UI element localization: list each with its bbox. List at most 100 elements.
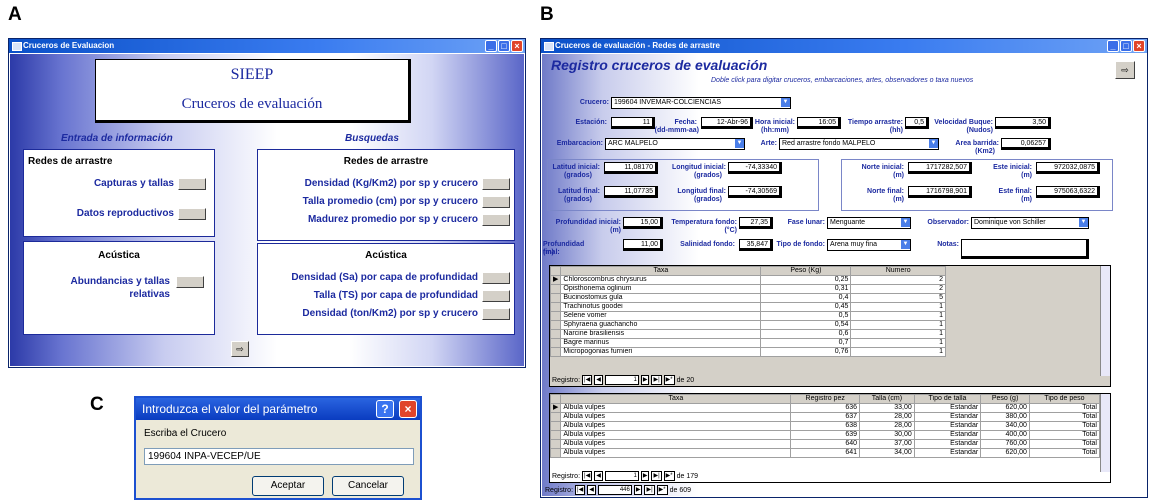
tiempo-field[interactable]: 0,5: [905, 117, 929, 129]
table-row[interactable]: Trachinotus goodei 0,45 1: [550, 302, 946, 312]
table-cell[interactable]: 0,4: [760, 293, 852, 303]
table-row[interactable]: Bagre marinus 0,7 1: [550, 338, 946, 348]
table-cell[interactable]: Total: [1028, 448, 1101, 458]
column-header[interactable]: Talla (cm): [859, 394, 915, 404]
first-record-button[interactable]: |◀: [575, 485, 586, 495]
madurez-button[interactable]: [482, 214, 510, 226]
table-row[interactable]: Bucinostomus gula 0,4 5: [550, 293, 946, 303]
column-header[interactable]: Tipo de talla: [913, 394, 982, 404]
fecha-field[interactable]: 12-Abr-96: [701, 117, 753, 129]
row-selector[interactable]: [550, 284, 562, 294]
table-cell[interactable]: Albula vulpes: [560, 439, 792, 449]
table-cell[interactable]: 0,6: [760, 329, 852, 339]
area-field[interactable]: 0,06257: [1001, 138, 1051, 150]
row-selector[interactable]: [550, 293, 562, 303]
prev-record-button[interactable]: ◀: [594, 471, 603, 481]
table-cell[interactable]: 28,00: [859, 412, 915, 422]
datos-button[interactable]: [178, 208, 206, 220]
table-cell[interactable]: Estandar: [913, 412, 982, 422]
row-selector[interactable]: [550, 302, 562, 312]
table-cell[interactable]: Total: [1028, 439, 1101, 449]
estacion-field[interactable]: 11: [611, 117, 655, 129]
table-cell[interactable]: 30,00: [859, 430, 915, 440]
table-cell[interactable]: Estandar: [913, 448, 982, 458]
minimize-button[interactable]: _: [1107, 40, 1119, 52]
minimize-button[interactable]: _: [485, 40, 497, 52]
table-cell[interactable]: 620,00: [980, 403, 1030, 413]
norte-inicial-field[interactable]: 1717282,507: [908, 162, 972, 174]
new-record-button[interactable]: ▶*: [656, 485, 668, 495]
last-record-button[interactable]: ▶|: [651, 375, 662, 385]
prof-final-field[interactable]: 11,00: [623, 239, 663, 251]
table-cell[interactable]: 0,31: [760, 284, 852, 294]
maximize-button[interactable]: □: [498, 40, 510, 52]
table-cell[interactable]: Trachinotus goodei: [560, 302, 762, 312]
row-selector[interactable]: [550, 421, 562, 431]
table-cell[interactable]: Estandar: [913, 430, 982, 440]
table-cell[interactable]: 0,54: [760, 320, 852, 330]
next-record-button[interactable]: ▶: [640, 471, 650, 481]
table-row[interactable]: Albula vulpes 640 37,00 Estandar 760,00 Total: [550, 439, 1101, 449]
row-selector[interactable]: [550, 347, 562, 357]
table-cell[interactable]: Estandar: [913, 403, 982, 413]
table-cell[interactable]: 1: [850, 347, 946, 357]
table-cell[interactable]: 2: [850, 284, 946, 294]
table-cell[interactable]: 640: [790, 439, 861, 449]
temperatura-field[interactable]: 27,35: [739, 217, 773, 229]
exit-door-icon[interactable]: ⇨: [231, 341, 249, 357]
table-cell[interactable]: 28,00: [859, 421, 915, 431]
crucero-input[interactable]: 199604 INPA-VECEP/UE: [144, 448, 414, 465]
tipo-fondo-select[interactable]: Arena muy fina ▼: [827, 239, 911, 251]
prof-inicial-field[interactable]: 15,00: [623, 217, 663, 229]
column-header[interactable]: Taxa: [560, 394, 792, 404]
table-cell[interactable]: 641: [790, 448, 861, 458]
table-cell[interactable]: 639: [790, 430, 861, 440]
next-record-button[interactable]: ▶: [640, 375, 650, 385]
table-cell[interactable]: Micropogonias furnieri: [560, 347, 762, 357]
velocidad-field[interactable]: 3,50: [995, 117, 1051, 129]
table-cell[interactable]: 760,00: [980, 439, 1030, 449]
este-final-field[interactable]: 975063,6322: [1036, 186, 1100, 198]
hora-field[interactable]: 16:05: [797, 117, 841, 129]
prev-record-button[interactable]: ◀: [594, 375, 603, 385]
table-cell[interactable]: Chloroscombrus chrysurus: [560, 275, 762, 285]
table-row[interactable]: Albula vulpes 637 28,00 Estandar 380,00 Total: [550, 412, 1101, 422]
embarcacion-select[interactable]: ARC MALPELO ▼: [605, 138, 745, 150]
current-record-field[interactable]: 1: [604, 375, 639, 385]
table-cell[interactable]: 380,00: [980, 412, 1030, 422]
first-record-button[interactable]: |◀: [582, 375, 593, 385]
exit-door-icon[interactable]: ⇨: [1115, 61, 1135, 79]
table-cell[interactable]: 1: [850, 311, 946, 321]
table-cell[interactable]: Sphyraena guachancho: [560, 320, 762, 330]
table-cell[interactable]: Total: [1028, 412, 1101, 422]
fase-select[interactable]: Menguante ▼: [827, 217, 911, 229]
table-cell[interactable]: 1: [850, 338, 946, 348]
table-row[interactable]: Albula vulpes 639 30,00 Estandar 400,00 Total: [550, 430, 1101, 440]
row-selector[interactable]: [550, 311, 562, 321]
table-cell[interactable]: 1: [850, 320, 946, 330]
close-button[interactable]: ×: [399, 400, 417, 418]
ok-button[interactable]: Aceptar: [252, 476, 324, 496]
help-button[interactable]: ?: [376, 400, 394, 418]
row-selector[interactable]: [550, 320, 562, 330]
table-row[interactable]: Sphyraena guachancho 0,54 1: [550, 320, 946, 330]
table-cell[interactable]: Total: [1028, 421, 1101, 431]
table-cell[interactable]: Narcine brasiliensis: [560, 329, 762, 339]
densidad-ton-button[interactable]: [482, 308, 510, 320]
table-cell[interactable]: 33,00: [859, 403, 915, 413]
scrollbar[interactable]: [1100, 266, 1110, 376]
lat-inicial-field[interactable]: 11,08170: [604, 162, 658, 174]
column-header[interactable]: Peso (g): [980, 394, 1030, 404]
table-cell[interactable]: 620,00: [980, 448, 1030, 458]
norte-final-field[interactable]: 1716798,901: [908, 186, 972, 198]
close-button[interactable]: ×: [1133, 40, 1145, 52]
first-record-button[interactable]: |◀: [582, 471, 593, 481]
table-cell[interactable]: 636: [790, 403, 861, 413]
salinidad-field[interactable]: 35,847: [739, 239, 773, 251]
table-cell[interactable]: 340,00: [980, 421, 1030, 431]
table-cell[interactable]: Total: [1028, 430, 1101, 440]
table-cell[interactable]: Bucinostomus gula: [560, 293, 762, 303]
talla-button[interactable]: [482, 196, 510, 208]
table-cell[interactable]: Estandar: [913, 421, 982, 431]
scrollbar[interactable]: [1100, 394, 1110, 472]
